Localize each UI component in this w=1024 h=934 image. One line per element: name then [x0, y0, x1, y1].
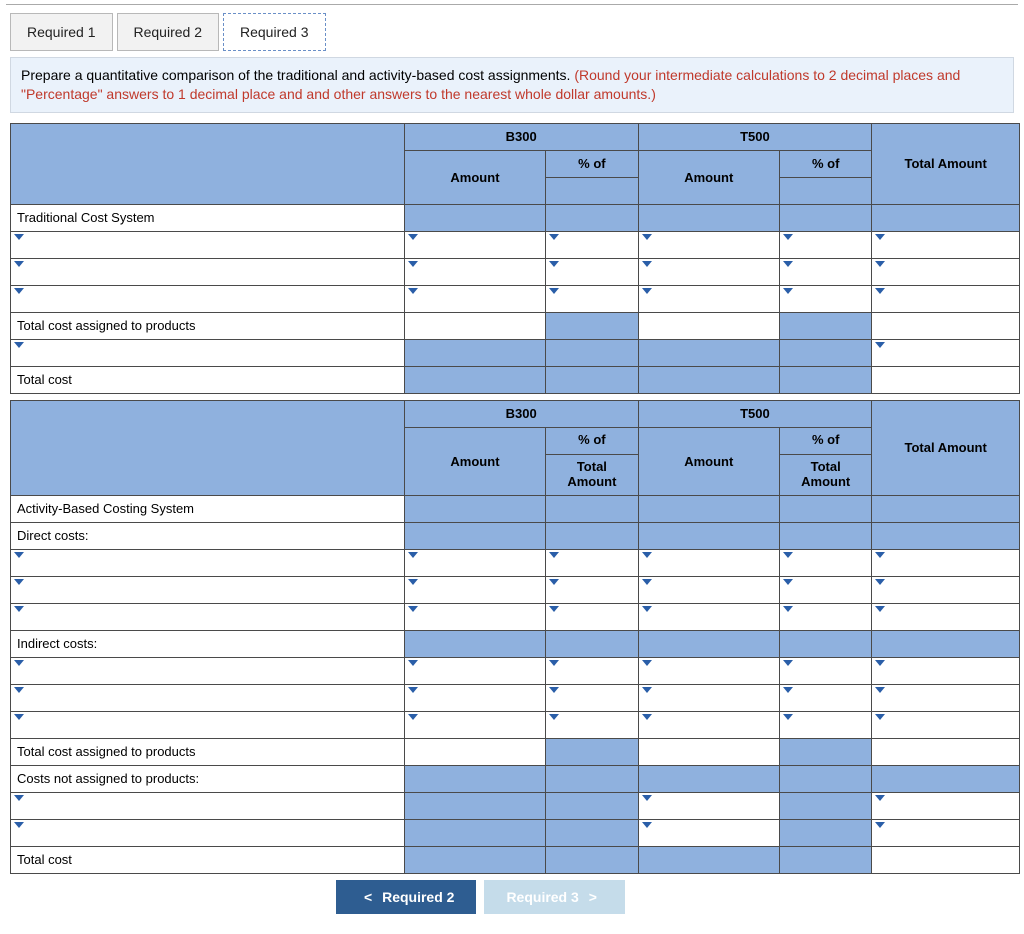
row-abc-indirect: Indirect costs: [11, 630, 405, 657]
abc-unassigned-select-1[interactable] [11, 792, 405, 819]
col-t500-pct-sub [780, 177, 872, 204]
abc-indirect-row-2 [11, 684, 1020, 711]
nav-next-button[interactable]: Required 3 > [484, 880, 624, 914]
trad-t500-pct-1[interactable] [780, 231, 872, 258]
row-trad-section: Traditional Cost System [11, 204, 405, 231]
trad-totalcost-total[interactable] [872, 366, 1020, 393]
col-b300: B300 [404, 123, 638, 150]
abc-t500-pctof: % of [780, 427, 872, 454]
col-t500: T500 [638, 123, 872, 150]
trad-total-3[interactable] [872, 285, 1020, 312]
abc-col-b300: B300 [404, 400, 638, 427]
row-abc-total-cost: Total cost [11, 846, 405, 873]
trad-t500-pct-2[interactable] [780, 258, 872, 285]
col-b300-pctof: % of [546, 150, 638, 177]
table-traditional: B300 T500 Total Amount Amount % of Amoun… [10, 123, 1020, 394]
trad-extra-select[interactable] [11, 339, 405, 366]
trad-assigned-b300-amt[interactable] [404, 312, 546, 339]
abc-b300-amount: Amount [404, 427, 546, 495]
trad-t500-amt-1[interactable] [638, 231, 780, 258]
abc-indirect-row-3 [11, 711, 1020, 738]
trad-extra-total[interactable] [872, 339, 1020, 366]
trad-total-2[interactable] [872, 258, 1020, 285]
trad-total-1[interactable] [872, 231, 1020, 258]
nav-prev-button[interactable]: < Required 2 [336, 880, 476, 914]
row-trad-total-assigned: Total cost assigned to products [11, 312, 405, 339]
tab-required-3[interactable]: Required 3 [223, 13, 326, 51]
abc-unassigned-row-2 [11, 819, 1020, 846]
col-b300-amount: Amount [404, 150, 546, 204]
abc-indirect-row-1 [11, 657, 1020, 684]
col-t500-amount: Amount [638, 150, 780, 204]
abc-direct-row-1 [11, 549, 1020, 576]
trad-row-3 [11, 285, 1020, 312]
abc-indirect-select-3[interactable] [11, 711, 405, 738]
trad-row-1 [11, 231, 1020, 258]
trad-t500-amt-3[interactable] [638, 285, 780, 312]
abc-b300-pctof: % of [546, 427, 638, 454]
trad-assigned-t500-amt[interactable] [638, 312, 780, 339]
abc-indirect-select-2[interactable] [11, 684, 405, 711]
row-abc-direct: Direct costs: [11, 522, 405, 549]
trad-t500-pct-3[interactable] [780, 285, 872, 312]
row-trad-total-cost: Total cost [11, 366, 405, 393]
abc-totalcost-total[interactable] [872, 846, 1020, 873]
abc-col-total-amount: Total Amount [872, 400, 1020, 495]
trad-b300-pct-1[interactable] [546, 231, 638, 258]
instructions-text: Prepare a quantitative comparison of the… [21, 67, 574, 83]
row-abc-section: Activity-Based Costing System [11, 495, 405, 522]
trad-extra-row [11, 339, 1020, 366]
trad-item-select-3[interactable] [11, 285, 405, 312]
row-abc-not-assigned: Costs not assigned to products: [11, 765, 405, 792]
trad-t500-amt-2[interactable] [638, 258, 780, 285]
abc-b300-totamt: Total Amount [546, 454, 638, 495]
abc-indirect-select-1[interactable] [11, 657, 405, 684]
nav-buttons: < Required 2 Required 3 > [336, 880, 1018, 914]
trad-b300-amt-1[interactable] [404, 231, 546, 258]
abc-direct-select-2[interactable] [11, 576, 405, 603]
table-abc: B300 T500 Total Amount Amount % of Amoun… [10, 400, 1020, 874]
abc-direct-select-3[interactable] [11, 603, 405, 630]
trad-item-select-1[interactable] [11, 231, 405, 258]
instructions-banner: Prepare a quantitative comparison of the… [10, 57, 1014, 113]
abc-col-t500: T500 [638, 400, 872, 427]
col-total-amount: Total Amount [872, 123, 1020, 204]
tab-bar: Required 1 Required 2 Required 3 [6, 5, 1018, 51]
abc-t500-amount: Amount [638, 427, 780, 495]
trad-assigned-total[interactable] [872, 312, 1020, 339]
chevron-left-icon: < [358, 889, 378, 905]
tab-required-2[interactable]: Required 2 [117, 13, 220, 51]
trad-b300-pct-2[interactable] [546, 258, 638, 285]
corner-cell [11, 123, 405, 204]
trad-item-select-2[interactable] [11, 258, 405, 285]
trad-row-2 [11, 258, 1020, 285]
abc-unassigned-row-1 [11, 792, 1020, 819]
col-t500-pctof: % of [780, 150, 872, 177]
abc-direct-select-1[interactable] [11, 549, 405, 576]
abc-corner [11, 400, 405, 495]
abc-direct-row-2 [11, 576, 1020, 603]
trad-b300-amt-3[interactable] [404, 285, 546, 312]
chevron-right-icon: > [583, 889, 603, 905]
abc-t500-totamt: Total Amount [780, 454, 872, 495]
abc-unassigned-select-2[interactable] [11, 819, 405, 846]
tab-required-1[interactable]: Required 1 [10, 13, 113, 51]
abc-direct-row-3 [11, 603, 1020, 630]
trad-b300-amt-2[interactable] [404, 258, 546, 285]
col-b300-pct-sub [546, 177, 638, 204]
trad-b300-pct-3[interactable] [546, 285, 638, 312]
row-abc-total-assigned: Total cost assigned to products [11, 738, 405, 765]
